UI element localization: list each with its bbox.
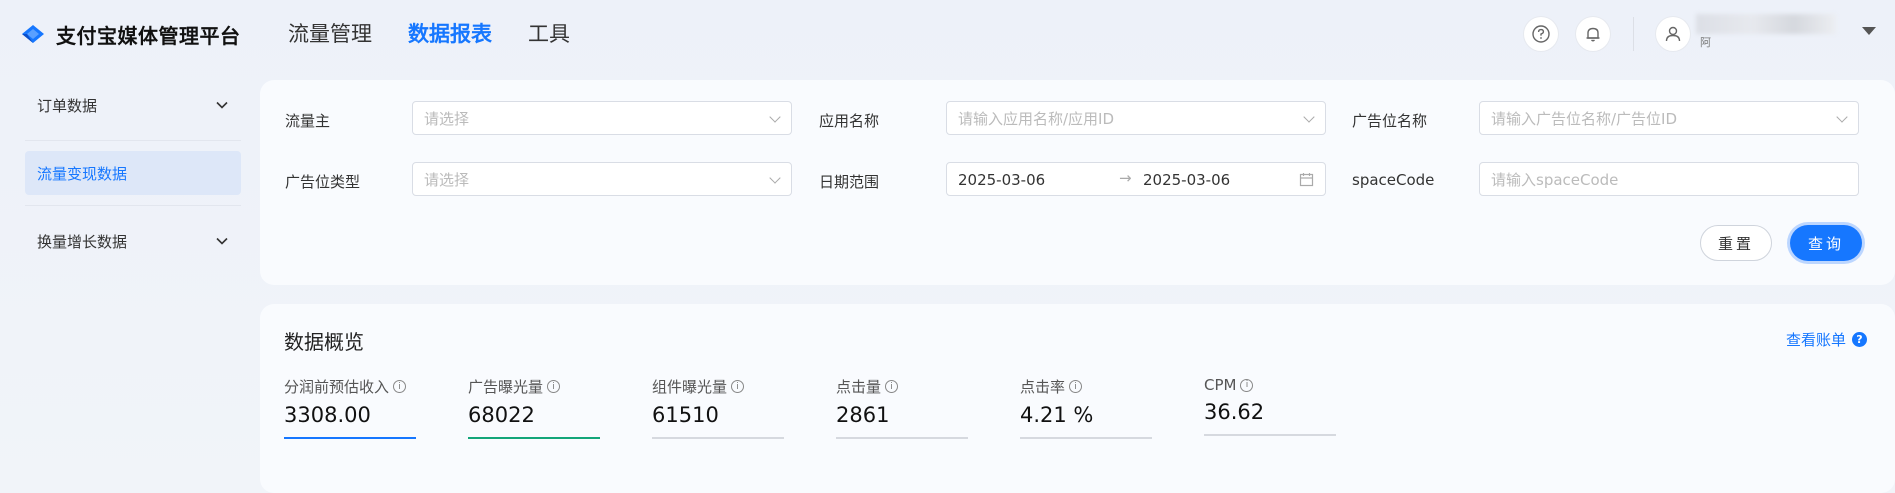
- nav-data-reports[interactable]: 数据报表: [408, 18, 492, 48]
- metric-label-text: 分润前预估收入: [284, 378, 390, 396]
- metric-label: 广告曝光量 i: [468, 376, 600, 397]
- question-icon: ?: [1852, 332, 1867, 347]
- data-overview-panel: 数据概览 查看账单 ? 分润前预估收入 i 3308.00 广告曝光量 i 68022 组件…: [260, 304, 1895, 493]
- reset-button[interactable]: 重置: [1700, 225, 1772, 261]
- metric-card[interactable]: 点击率 i 4.21 %: [1020, 376, 1152, 439]
- date-range-label: 日期范围: [819, 173, 880, 191]
- chevron-down-icon: [769, 172, 781, 184]
- metric-value: 3308.00: [284, 403, 371, 427]
- brand-logo[interactable]: 支付宝媒体管理平台: [18, 19, 241, 49]
- view-bill-label: 查看账单: [1785, 331, 1846, 349]
- user-subtitle: 阿: [1700, 36, 1711, 49]
- help-button[interactable]: [1524, 17, 1558, 51]
- user-name-redacted: [1696, 14, 1836, 34]
- user-icon: [1665, 26, 1681, 42]
- top-bar: 支付宝媒体管理平台 流量管理 数据报表 工具 阿: [0, 0, 1895, 66]
- sidebar-item-traffic-monetization[interactable]: 流量变现数据: [25, 151, 241, 195]
- sidebar-item-label: 换量增长数据: [37, 232, 128, 251]
- chevron-down-icon: [216, 101, 228, 109]
- chevron-down-icon: [769, 111, 781, 123]
- app-name-label: 应用名称: [819, 112, 880, 130]
- metric-label: 分润前预估收入 i: [284, 376, 416, 397]
- ad-slot-name-label: 广告位名称: [1352, 112, 1428, 130]
- metric-value: 68022: [468, 403, 535, 427]
- nav-tools[interactable]: 工具: [528, 18, 570, 48]
- ad-slot-name-placeholder: 请输入广告位名称/广告位ID: [1491, 109, 1678, 128]
- chevron-down-icon: [1836, 111, 1848, 123]
- view-bill-link[interactable]: 查看账单 ?: [1786, 329, 1867, 350]
- header-divider: [1633, 17, 1634, 51]
- sidebar-item-label: 订单数据: [37, 96, 98, 115]
- space-code-label: spaceCode: [1352, 171, 1435, 189]
- sidebar-divider: [25, 205, 241, 206]
- metric-value: 61510: [652, 403, 719, 427]
- chevron-down-icon: [216, 237, 228, 245]
- ad-slot-name-select[interactable]: 请输入广告位名称/广告位ID: [1479, 101, 1859, 135]
- date-range-arrow-icon: →: [1119, 169, 1132, 187]
- metric-label-text: 点击率: [1020, 378, 1066, 396]
- sidebar-item-exchange-growth[interactable]: 换量增长数据: [25, 216, 241, 266]
- user-avatar[interactable]: [1656, 17, 1690, 51]
- info-icon[interactable]: i: [1240, 378, 1254, 392]
- main-nav: 流量管理 数据报表 工具: [288, 18, 570, 48]
- metric-underline: [836, 437, 968, 439]
- date-end[interactable]: 2025-03-06: [1143, 171, 1230, 189]
- user-menu-caret-icon[interactable]: [1862, 27, 1876, 35]
- metric-value: 2861: [836, 403, 890, 427]
- info-icon[interactable]: i: [393, 380, 407, 393]
- brand-name: 支付宝媒体管理平台: [56, 23, 241, 48]
- sidebar-item-order-data[interactable]: 订单数据: [25, 80, 241, 130]
- metric-label: 组件曝光量 i: [652, 376, 784, 397]
- chevron-down-icon: [1303, 111, 1315, 123]
- info-icon[interactable]: i: [731, 380, 745, 393]
- metric-label: 点击率 i: [1020, 376, 1152, 397]
- space-code-placeholder: 请输入spaceCode: [1491, 170, 1619, 189]
- app-name-placeholder: 请输入应用名称/应用ID: [958, 109, 1115, 128]
- metric-label-text: 点击量: [836, 378, 882, 396]
- sidebar-item-label: 流量变现数据: [37, 164, 128, 183]
- sidebar: 订单数据 流量变现数据 换量增长数据: [25, 80, 241, 266]
- metric-value: 4.21 %: [1020, 403, 1094, 427]
- metric-label-text: 广告曝光量: [468, 378, 544, 396]
- ad-slot-type-label: 广告位类型: [285, 173, 361, 191]
- sidebar-divider: [25, 140, 241, 141]
- nav-traffic-management[interactable]: 流量管理: [288, 18, 372, 48]
- query-button[interactable]: 查询: [1790, 225, 1862, 261]
- metric-card[interactable]: 组件曝光量 i 61510: [652, 376, 784, 439]
- ad-slot-type-placeholder: 请选择: [424, 170, 470, 189]
- info-icon[interactable]: i: [885, 380, 899, 393]
- metric-card[interactable]: 分润前预估收入 i 3308.00: [284, 376, 416, 439]
- metric-label: CPM i: [1204, 376, 1336, 394]
- info-icon[interactable]: i: [547, 380, 561, 393]
- app-name-select[interactable]: 请输入应用名称/应用ID: [946, 101, 1326, 135]
- metric-label-text: 组件曝光量: [652, 378, 728, 396]
- alipay-logo-icon: [18, 19, 48, 49]
- calendar-icon: [1299, 173, 1314, 187]
- date-range-picker[interactable]: 2025-03-06 → 2025-03-06: [946, 162, 1326, 196]
- overview-title: 数据概览: [284, 330, 364, 354]
- metric-underline: [1204, 434, 1336, 436]
- metric-label-text: CPM: [1204, 376, 1237, 394]
- traffic-owner-placeholder: 请选择: [424, 109, 470, 128]
- metric-underline: [1020, 437, 1152, 439]
- filter-panel: 流量主 请选择 应用名称 请输入应用名称/应用ID 广告位名称 请输入广告位名称…: [260, 80, 1895, 285]
- help-icon: [1532, 25, 1550, 43]
- space-code-input[interactable]: 请输入spaceCode: [1479, 162, 1859, 196]
- traffic-owner-select[interactable]: 请选择: [412, 101, 792, 135]
- metric-value: 36.62: [1204, 400, 1265, 424]
- metric-card[interactable]: CPM i 36.62: [1204, 376, 1336, 436]
- metric-card[interactable]: 广告曝光量 i 68022: [468, 376, 600, 439]
- metric-label: 点击量 i: [836, 376, 968, 397]
- metric-underline: [284, 437, 416, 439]
- metric-underline: [468, 437, 600, 439]
- metric-card[interactable]: 点击量 i 2861: [836, 376, 968, 439]
- ad-slot-type-select[interactable]: 请选择: [412, 162, 792, 196]
- traffic-owner-label: 流量主: [285, 112, 331, 130]
- metric-underline: [652, 437, 784, 439]
- info-icon[interactable]: i: [1069, 380, 1083, 393]
- bell-icon: [1586, 27, 1600, 42]
- notification-button[interactable]: [1576, 17, 1610, 51]
- date-start[interactable]: 2025-03-06: [958, 171, 1045, 189]
